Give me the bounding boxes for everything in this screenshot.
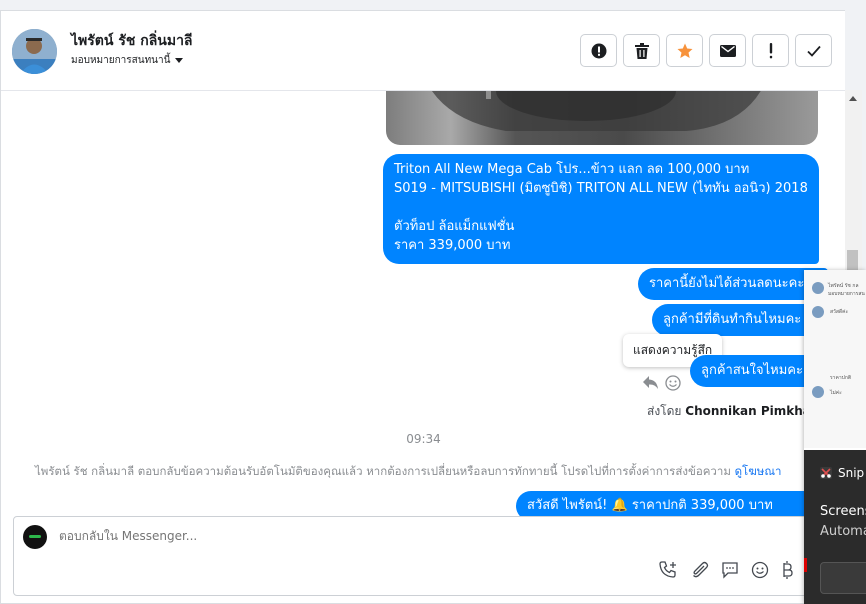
message-thread[interactable]: Triton All New Mega Cab โปร...ข้าว แลก ล… <box>1 91 846 516</box>
reply-input[interactable] <box>59 529 459 543</box>
message-line: ราคา 339,000 บาท <box>394 238 511 253</box>
reply-composer <box>13 516 823 596</box>
sent-by: ส่งโดย Chonnikan Pimkham <box>647 402 823 421</box>
page-avatar <box>23 525 47 549</box>
trash-icon <box>634 42 649 59</box>
message-actions <box>643 375 681 391</box>
notification-app: Snip <box>838 466 865 480</box>
scroll-up-arrow-icon[interactable] <box>849 96 857 101</box>
snip-notification[interactable]: Snip Screens Automa <box>804 450 866 604</box>
conversation-panel: ไพรัตน์ รัช กลิ่นมาลี มอบหมายการสนทนานี้ <box>0 10 846 604</box>
notification-title: Screens <box>820 504 866 519</box>
mark-done-button[interactable] <box>795 34 832 67</box>
reply-icon[interactable] <box>643 376 659 390</box>
message-line <box>394 198 808 217</box>
thumb-avatar <box>812 386 824 398</box>
message-text: ราคานี้ยังไม่ได้ส่วนลดนะคะ <box>649 276 805 291</box>
thumb-avatar <box>812 282 824 294</box>
caret-down-icon <box>175 58 184 63</box>
composer-tools <box>659 561 793 579</box>
system-text: ไพรัตน์ รัช กลิ่นมาลี ตอบกลับข้อความต้อน… <box>35 464 731 478</box>
thumb-text: ราคาปกติ <box>830 375 852 381</box>
message-bubble-outgoing[interactable]: Triton All New Mega Cab โปร...ข้าว แลก ล… <box>383 154 819 264</box>
call-add-icon[interactable] <box>659 561 679 579</box>
image-attachment[interactable] <box>386 91 818 145</box>
exclamation-icon <box>769 42 772 58</box>
notification-action-button[interactable] <box>820 562 866 594</box>
message-line: S019 - MITSUBISHI (มิตซูบิชิ) TRITON ALL… <box>394 181 808 196</box>
system-message: ไพรัตน์ รัช กลิ่นมาลี ตอบกลับข้อความต้อน… <box>35 463 781 481</box>
delete-button[interactable] <box>623 34 660 67</box>
header-actions <box>580 34 832 67</box>
mark-unread-button[interactable] <box>709 34 746 67</box>
sent-by-prefix: ส่งโดย <box>647 404 682 418</box>
notification-indicator <box>804 558 807 572</box>
thumb-text: มอบหมายการสน <box>828 291 865 297</box>
thumb-text: สวัสดีค่ะ <box>830 309 849 315</box>
star-button[interactable] <box>666 34 703 67</box>
view-ad-link[interactable]: ดูโฆษณา <box>735 464 782 478</box>
message-bubble-outgoing[interactable]: ราคานี้ยังไม่ได้ส่วนลดนะคะ <box>638 268 828 300</box>
notification-body: Automa <box>820 524 866 539</box>
message-bubble-outgoing[interactable]: สวัสดี ไพรัตน์! 🔔 ราคาปกติ 339,000 บาท <box>516 491 828 516</box>
message-line: ตัวท็อป ล้อแม็กแฟชั่น <box>394 219 515 234</box>
alert-circle-icon <box>591 43 606 58</box>
assign-label: มอบหมายการสนทนานี้ <box>71 55 171 66</box>
contact-avatar[interactable] <box>12 29 57 74</box>
assign-conversation-dropdown[interactable]: มอบหมายการสนทนานี้ <box>71 53 184 68</box>
star-icon <box>677 43 692 58</box>
message-text: สวัสดี ไพรัตน์! 🔔 ราคาปกติ 339,000 บาท <box>527 498 773 513</box>
thumb-avatar <box>812 306 824 318</box>
message-text: ลูกค้าสนใจไหมคะ <box>701 363 803 378</box>
thumb-text: ไพรัตน์ รัช กล <box>828 283 859 289</box>
mark-spam-button[interactable] <box>580 34 617 67</box>
currency-icon[interactable] <box>781 561 793 579</box>
saved-reply-icon[interactable] <box>721 561 739 579</box>
message-text: ลูกค้ามีที่ดินทำกินไหมคะ <box>663 312 802 327</box>
mail-icon <box>719 44 736 57</box>
check-icon <box>806 45 821 57</box>
follow-up-button[interactable] <box>752 34 789 67</box>
snip-overlay: ไพรัตน์ รัช กล มอบหมายการสน สวัสดีค่ะ รา… <box>804 270 866 604</box>
snipping-tool-icon <box>820 467 832 479</box>
conversation-header: ไพรัตน์ รัช กลิ่นมาลี มอบหมายการสนทนานี้ <box>1 11 846 91</box>
timestamp: 09:34 <box>406 432 441 446</box>
message-bubble-outgoing[interactable]: ลูกค้ามีที่ดินทำกินไหมคะ <box>652 304 828 336</box>
paperclip-icon[interactable] <box>691 561 709 579</box>
notification-header: Snip <box>820 466 864 480</box>
smiley-icon[interactable] <box>665 375 681 391</box>
sent-by-name: Chonnikan Pimkham <box>685 404 824 418</box>
snip-thumbnail[interactable]: ไพรัตน์ รัช กล มอบหมายการสน สวัสดีค่ะ รา… <box>804 270 866 448</box>
message-line: Triton All New Mega Cab โปร...ข้าว แลก ล… <box>394 162 750 177</box>
emoji-icon[interactable] <box>751 561 769 579</box>
contact-name[interactable]: ไพรัตน์ รัช กลิ่นมาลี <box>71 30 193 52</box>
thumb-text: ไม่ค่ะ <box>830 390 842 396</box>
